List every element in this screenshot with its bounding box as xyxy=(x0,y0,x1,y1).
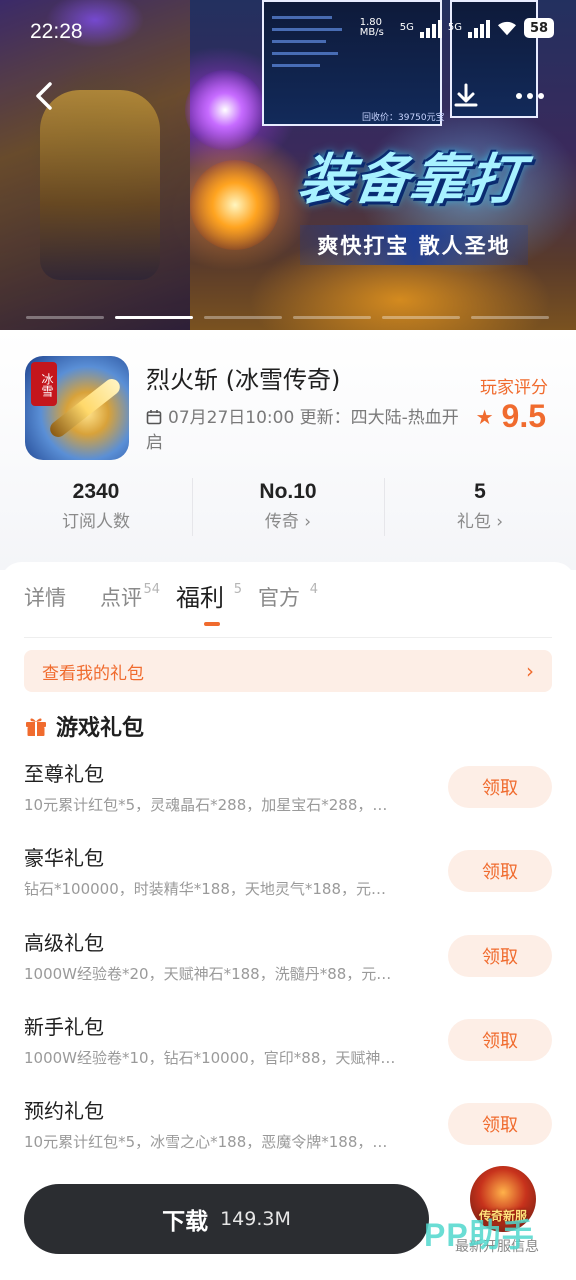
status-time: 22:28 xyxy=(30,20,83,43)
carousel-dot[interactable] xyxy=(293,316,371,319)
more-dots-icon xyxy=(516,93,544,99)
game-icon-tag: 冰雪 xyxy=(31,362,57,406)
tab-label: 官方 xyxy=(258,586,300,610)
stat-subscribers: 2340 订阅人数 xyxy=(0,476,192,538)
gift-name: 新手礼包 xyxy=(24,1015,104,1039)
carousel-dot-active[interactable] xyxy=(115,316,193,319)
carousel-dot[interactable] xyxy=(26,316,104,319)
game-title: 烈火斩 (冰雪传奇) xyxy=(146,366,341,394)
net-speed: 1.80 MB/s xyxy=(359,17,384,38)
my-gifts-link[interactable]: 查看我的礼包 › xyxy=(24,650,552,692)
gift-desc: 10元累计红包*5，冰雪之心*188，恶魔令牌*188，… xyxy=(24,1133,388,1151)
tab-label: 福利 xyxy=(176,584,224,612)
gift-item: 高级礼包 1000W经验卷*20，天赋神石*188，洗髓丹*88，元… 领取 xyxy=(24,929,552,999)
claim-button[interactable]: 领取 xyxy=(448,850,552,892)
update-info: 07月27日10:00 更新：四大陆-热血开启 xyxy=(146,406,462,456)
more-button[interactable] xyxy=(512,78,548,114)
update-text: 07月27日10:00 更新：四大陆-热血开启 xyxy=(146,408,459,453)
gift-name: 至尊礼包 xyxy=(24,762,104,786)
download-icon-button[interactable] xyxy=(448,78,484,114)
gift-desc: 1000W经验卷*20，天赋神石*188，洗髓丹*88，元… xyxy=(24,965,392,983)
stat-value: 2340 xyxy=(72,480,120,503)
stats-row: 2340 订阅人数 No.10 传奇 › 5 礼包 › xyxy=(0,476,576,538)
battery-icon: 58 xyxy=(524,18,554,38)
gift-name: 预约礼包 xyxy=(24,1099,104,1123)
wifi-icon xyxy=(498,21,516,36)
stat-label: 礼包 › xyxy=(456,512,504,532)
download-size: 149.3M xyxy=(220,1208,291,1230)
stat-value: No.10 xyxy=(259,480,317,503)
download-label: 下载 xyxy=(162,1209,209,1235)
tab-count: 54 xyxy=(143,582,160,597)
screenshot-caption: 回收价：39750元宝 xyxy=(362,113,445,123)
download-icon xyxy=(454,83,478,107)
tab-reviews[interactable]: 点评 54 xyxy=(100,574,160,622)
tab-bar: 详情 点评 54 福利 5 官方 4 xyxy=(24,574,334,622)
gift-item: 预约礼包 10元累计红包*5，冰雪之心*188，恶魔令牌*188，… 领取 xyxy=(24,1097,552,1167)
chevron-right-icon: › xyxy=(526,659,534,683)
gift-name: 豪华礼包 xyxy=(24,846,104,870)
tab-label: 详情 xyxy=(24,586,66,610)
gift-item: 新手礼包 1000W经验卷*10，钻石*10000，官印*88，天赋神… 领取 xyxy=(24,1013,552,1083)
net-type-1: 5G xyxy=(399,22,414,33)
back-arrow-icon xyxy=(36,82,52,110)
claim-button[interactable]: 领取 xyxy=(448,766,552,808)
gift-item: 豪华礼包 钻石*100000，时装精华*188，天地灵气*188，元… 领取 xyxy=(24,844,552,914)
stat-gifts[interactable]: 5 礼包 › xyxy=(384,476,576,538)
section-header: 游戏礼包 xyxy=(24,710,144,742)
claim-button[interactable]: 领取 xyxy=(448,935,552,977)
calendar-icon xyxy=(146,410,162,425)
net-type-2: 5G xyxy=(447,22,462,33)
signal-icon xyxy=(419,18,442,38)
tab-details[interactable]: 详情 xyxy=(24,574,66,622)
tab-count: 4 xyxy=(309,582,318,597)
tab-divider xyxy=(24,637,552,638)
stat-ranking[interactable]: No.10 传奇 › xyxy=(192,476,384,538)
stat-label: 传奇 › xyxy=(264,512,312,532)
tab-label: 点评 xyxy=(100,586,142,610)
tab-count: 5 xyxy=(233,582,242,597)
stat-label: 订阅人数 xyxy=(62,512,130,532)
section-title: 游戏礼包 xyxy=(56,716,145,741)
rating-value: 9.5 xyxy=(501,398,546,434)
banner-subslogan: 爽快打宝 散人圣地 xyxy=(300,225,528,265)
gift-desc: 10元累计红包*5，灵魂晶石*288，加星宝石*288，… xyxy=(24,796,388,814)
game-icon: 冰雪 xyxy=(25,356,129,460)
back-button[interactable] xyxy=(26,78,62,114)
active-tab-indicator xyxy=(204,622,220,626)
carousel-dot[interactable] xyxy=(471,316,549,319)
status-icons: 1.80 MB/s 5G 5G 58 xyxy=(360,18,554,38)
sword-art xyxy=(46,375,124,441)
tab-official[interactable]: 官方 4 xyxy=(258,574,318,622)
gift-icon xyxy=(26,718,46,736)
carousel-dot[interactable] xyxy=(382,316,460,319)
claim-button[interactable]: 领取 xyxy=(448,1103,552,1145)
banner-slogan: 装备靠打 xyxy=(294,147,528,211)
download-button[interactable]: 下载 149.3M xyxy=(24,1184,429,1254)
watermark: PP助手 xyxy=(424,1217,535,1253)
my-gifts-label: 查看我的礼包 xyxy=(42,663,144,684)
signal-icon-2 xyxy=(468,18,490,38)
magic-orb-art xyxy=(185,70,265,150)
rating-label: 玩家评分 xyxy=(480,378,548,398)
gift-item: 至尊礼包 10元累计红包*5，灵魂晶石*288，加星宝石*288，… 领取 xyxy=(24,760,552,830)
gift-name: 高级礼包 xyxy=(24,931,104,955)
carousel-dot[interactable] xyxy=(204,316,282,319)
star-icon: ★ xyxy=(475,404,494,429)
carousel-indicator xyxy=(26,316,549,319)
rating-score: ★ 9.5 xyxy=(476,398,546,435)
hero-armor-art xyxy=(40,90,160,280)
stat-value: 5 xyxy=(474,480,486,503)
gift-desc: 1000W经验卷*10，钻石*10000，官印*88，天赋神… xyxy=(24,1049,396,1067)
gift-desc: 钻石*100000，时装精华*188，天地灵气*188，元… xyxy=(24,880,387,898)
banner-carousel[interactable]: 回收价：39750元宝 装备靠打 爽快打宝 散人圣地 22:28 1.80 MB… xyxy=(0,0,576,330)
tab-welfare[interactable]: 福利 5 xyxy=(176,574,242,622)
claim-button[interactable]: 领取 xyxy=(448,1019,552,1061)
